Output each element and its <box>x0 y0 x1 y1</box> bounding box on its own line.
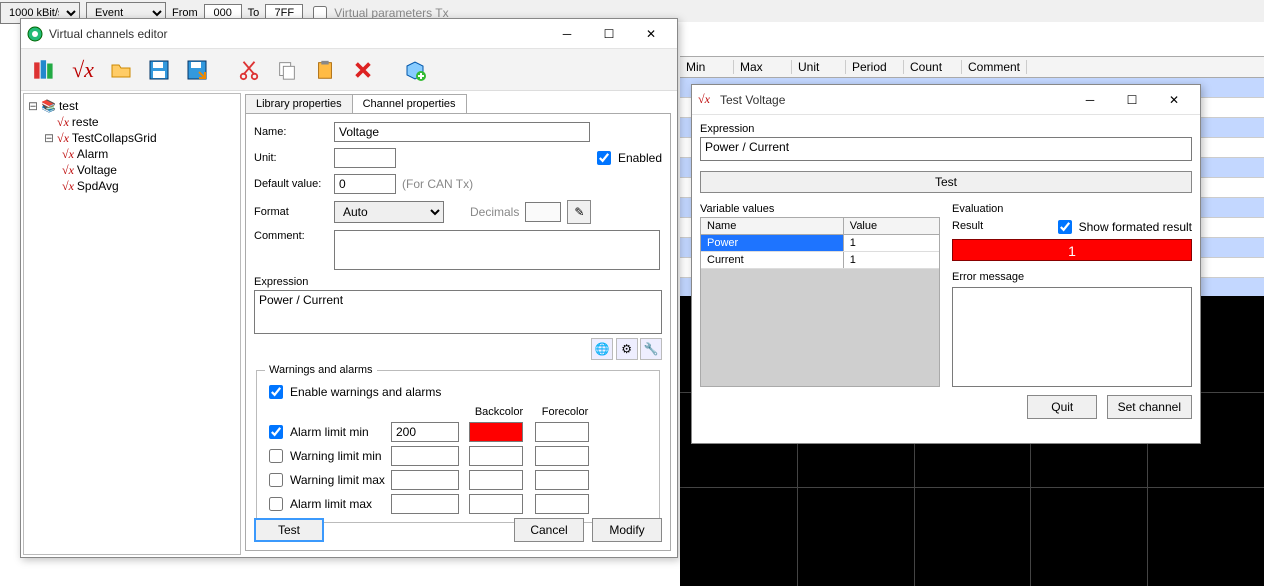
enabled-checkbox[interactable]: Enabled <box>593 148 662 168</box>
maximize-button[interactable]: ☐ <box>1112 86 1152 114</box>
test-voltage-window: √x Test Voltage ─ ☐ ✕ Expression Power /… <box>691 84 1201 444</box>
warn-min-forecolor[interactable] <box>535 446 589 466</box>
alarm-max-forecolor[interactable] <box>535 494 589 514</box>
expression-input[interactable]: Power / Current <box>254 290 662 334</box>
vce-toolbar: √x <box>21 49 677 91</box>
default-label: Default value: <box>254 178 328 190</box>
expr-helper2-icon[interactable]: ⚙ <box>616 338 638 360</box>
warn-min-backcolor[interactable] <box>469 446 523 466</box>
unit-input[interactable] <box>334 148 396 168</box>
minimize-button[interactable]: ─ <box>547 20 587 48</box>
format-select[interactable]: Auto <box>334 201 444 223</box>
name-label: Name: <box>254 126 328 138</box>
unit-label: Unit: <box>254 152 328 164</box>
vars-label: Variable values <box>700 203 940 215</box>
alarm-min-forecolor[interactable] <box>535 422 589 442</box>
alarm-max-backcolor[interactable] <box>469 494 523 514</box>
decimals-label: Decimals <box>470 205 519 219</box>
vce-title: Virtual channels editor <box>49 27 547 41</box>
open-icon[interactable] <box>105 54 137 86</box>
properties-pane: Library properties Channel properties Na… <box>243 91 677 557</box>
formula-icon: √x <box>698 92 714 108</box>
edit-format-button[interactable]: ✎ <box>567 200 591 224</box>
warn-max-forecolor[interactable] <box>535 470 589 490</box>
copy-icon[interactable] <box>271 54 303 86</box>
maximize-button[interactable]: ☐ <box>589 20 629 48</box>
set-channel-button[interactable]: Set channel <box>1107 395 1192 419</box>
alarms-legend: Warnings and alarms <box>265 364 377 376</box>
saveas-icon[interactable] <box>181 54 213 86</box>
col-value: Value <box>844 218 939 234</box>
channel-tree[interactable]: ⊟📚test √xreste ⊟√xTestCollapsGrid √xAlar… <box>23 93 241 555</box>
decimals-input <box>525 202 561 222</box>
table-row[interactable]: Current1 <box>701 252 939 269</box>
vce-titlebar[interactable]: Virtual channels editor ─ ☐ ✕ <box>21 19 677 49</box>
variable-table[interactable]: Name Value Power1 Current1 <box>700 217 940 387</box>
tvw-titlebar[interactable]: √x Test Voltage ─ ☐ ✕ <box>692 85 1200 115</box>
alarm-min-backcolor[interactable] <box>469 422 523 442</box>
formula-icon[interactable]: √x <box>67 54 99 86</box>
expr-helper1-icon[interactable]: 🌐 <box>591 338 613 360</box>
warn-min-check[interactable]: Warning limit min <box>265 446 385 466</box>
enable-alarms-checkbox[interactable]: Enable warnings and alarms <box>265 382 441 402</box>
tree-root[interactable]: ⊟📚test <box>26 98 238 114</box>
cancel-button[interactable]: Cancel <box>514 518 584 542</box>
tvw-test-button[interactable]: Test <box>700 171 1192 193</box>
paste-icon[interactable] <box>309 54 341 86</box>
comment-label: Comment: <box>254 230 328 242</box>
close-button[interactable]: ✕ <box>1154 86 1194 114</box>
warn-max-check[interactable]: Warning limit max <box>265 470 385 490</box>
alarm-min-check[interactable]: Alarm limit min <box>265 422 385 442</box>
tab-library-properties[interactable]: Library properties <box>245 94 353 113</box>
tvw-title: Test Voltage <box>720 93 1070 107</box>
tree-item-spdavg[interactable]: √xSpdAvg <box>26 178 238 194</box>
expression-label: Expression <box>254 276 662 288</box>
package-add-icon[interactable] <box>399 54 431 86</box>
alarms-fieldset: Warnings and alarms Enable warnings and … <box>256 364 660 523</box>
col-name: Name <box>701 218 844 234</box>
comment-input[interactable] <box>334 230 660 270</box>
modify-button[interactable]: Modify <box>592 518 662 542</box>
show-formatted-checkbox[interactable]: Show formated result <box>1054 217 1192 237</box>
result-box: 1 <box>952 239 1192 261</box>
cut-icon[interactable] <box>233 54 265 86</box>
alarm-min-input[interactable] <box>391 422 459 442</box>
tree-item-reste[interactable]: √xreste <box>26 114 238 130</box>
books-icon[interactable] <box>29 54 61 86</box>
quit-button[interactable]: Quit <box>1027 395 1097 419</box>
save-icon[interactable] <box>143 54 175 86</box>
name-input[interactable] <box>334 122 590 142</box>
eval-label: Evaluation <box>952 203 1192 215</box>
tree-item-alarm[interactable]: √xAlarm <box>26 146 238 162</box>
forecolor-header: Forecolor <box>535 406 595 418</box>
minimize-button[interactable]: ─ <box>1070 86 1110 114</box>
app-icon <box>27 26 43 42</box>
default-input[interactable] <box>334 174 396 194</box>
tree-item-voltage[interactable]: √xVoltage <box>26 162 238 178</box>
alarm-max-input[interactable] <box>391 494 459 514</box>
warn-max-input[interactable] <box>391 470 459 490</box>
tvw-expr-label: Expression <box>700 123 1192 135</box>
format-label: Format <box>254 206 328 218</box>
test-button[interactable]: Test <box>254 518 324 542</box>
warn-min-input[interactable] <box>391 446 459 466</box>
result-label: Result <box>952 220 1054 232</box>
tree-item-testcollapsgrid[interactable]: ⊟√xTestCollapsGrid <box>26 130 238 146</box>
alarm-max-check[interactable]: Alarm limit max <box>265 494 385 514</box>
close-button[interactable]: ✕ <box>631 20 671 48</box>
delete-icon[interactable] <box>347 54 379 86</box>
expr-helper3-icon[interactable]: 🔧 <box>640 338 662 360</box>
virtual-channels-editor-window: Virtual channels editor ─ ☐ ✕ √x ⊟📚test … <box>20 18 678 558</box>
default-hint: (For CAN Tx) <box>402 177 473 191</box>
warn-max-backcolor[interactable] <box>469 470 523 490</box>
table-row[interactable]: Power1 <box>701 235 939 252</box>
err-label: Error message <box>952 271 1192 283</box>
tab-channel-properties[interactable]: Channel properties <box>352 94 467 113</box>
tvw-expr-input[interactable]: Power / Current <box>700 137 1192 161</box>
backcolor-header: Backcolor <box>469 406 529 418</box>
error-box <box>952 287 1192 387</box>
bg-column-headers: Min Max Unit Period Count Comment <box>680 56 1264 78</box>
